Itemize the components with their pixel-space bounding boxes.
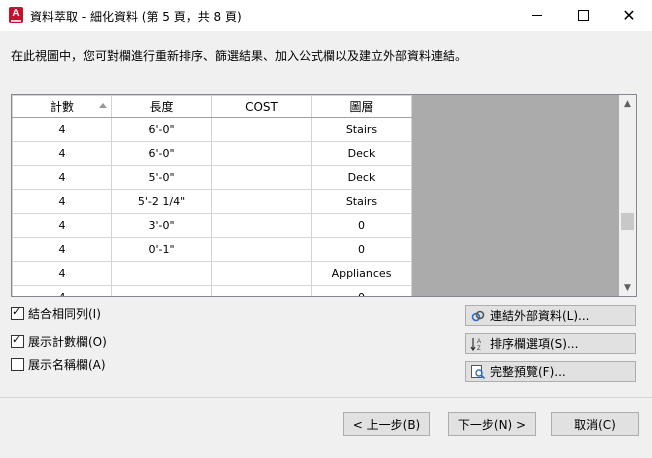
next-button[interactable]: 下一步(N) > (448, 412, 536, 436)
checkmark-icon: ✓ (12, 305, 22, 318)
sort-az-icon: AZ (470, 336, 486, 352)
cell-length[interactable]: 0'-1" (111, 237, 212, 262)
combine-rows-checkbox[interactable]: ✓ 結合相同列(I) (11, 305, 101, 322)
svg-text:A: A (477, 339, 481, 345)
cell-length[interactable]: 5'-0" (111, 165, 212, 190)
cell-length[interactable] (111, 285, 212, 296)
instruction-text: 在此視圖中，您可對欄進行重新排序、篩選結果、加入公式欄以及建立外部資料連結。 (11, 49, 468, 63)
data-grid[interactable]: 計數 長度 COST 圖層 4 6'-0" Stairs 4 6'-0" Dec… (11, 94, 637, 297)
cell-count[interactable]: 4 (12, 117, 112, 142)
full-preview-button[interactable]: 完整預覽(F)... (465, 361, 636, 382)
cell-count[interactable]: 4 (12, 285, 112, 296)
cell-count[interactable]: 4 (12, 141, 112, 166)
vertical-scrollbar[interactable]: ▲ ▼ (619, 95, 636, 296)
cell-length[interactable]: 3'-0" (111, 213, 212, 238)
cell-layer[interactable]: Deck (311, 141, 412, 166)
checkmark-icon: ✓ (12, 333, 22, 346)
table-row[interactable]: 4 0'-1" 0 (12, 237, 412, 262)
cell-length[interactable]: 6'-0" (111, 141, 212, 166)
table-row[interactable]: 4 3'-0" 0 (12, 213, 412, 238)
close-button[interactable]: ✕ (606, 0, 652, 31)
window-title: 資料萃取 - 細化資料 (第 5 頁，共 8 頁) (30, 10, 242, 24)
cell-layer[interactable]: 0 (311, 213, 412, 238)
cell-cost[interactable] (211, 261, 312, 286)
checkbox-label: 展示名稱欄(A) (28, 358, 106, 372)
autocad-app-icon: A (9, 7, 23, 23)
cell-length[interactable]: 5'-2 1/4" (111, 189, 212, 214)
column-header-cost[interactable]: COST (211, 95, 312, 118)
cell-layer[interactable]: 0 (311, 237, 412, 262)
table-row[interactable]: 4 5'-2 1/4" Stairs (12, 189, 412, 214)
cell-layer[interactable]: Deck (311, 165, 412, 190)
scroll-down-button[interactable]: ▼ (619, 279, 636, 296)
chevron-down-icon: ▼ (624, 282, 631, 293)
cell-layer[interactable]: Appliances (311, 261, 412, 286)
table-row[interactable]: 4 6'-0" Stairs (12, 117, 412, 142)
column-header-count[interactable]: 計數 (12, 95, 112, 118)
chevron-up-icon: ▲ (624, 98, 631, 109)
show-name-checkbox[interactable]: 展示名稱欄(A) (11, 356, 106, 373)
cell-length[interactable] (111, 261, 212, 286)
preview-magnifier-icon (470, 364, 486, 380)
maximize-button[interactable] (560, 0, 606, 31)
table-row[interactable]: 4 Appliances (12, 261, 412, 286)
minimize-button[interactable] (514, 0, 560, 31)
table-row[interactable]: 4 0 (12, 285, 412, 296)
cell-cost[interactable] (211, 165, 312, 190)
checkbox-box[interactable]: ✓ (11, 333, 24, 348)
cell-count[interactable]: 4 (12, 189, 112, 214)
maximize-icon (577, 10, 589, 21)
cell-layer[interactable]: 0 (311, 285, 412, 296)
cell-count[interactable]: 4 (12, 165, 112, 190)
table-row[interactable]: 4 5'-0" Deck (12, 165, 412, 190)
data-table: 計數 長度 COST 圖層 4 6'-0" Stairs 4 6'-0" Dec… (12, 95, 412, 296)
cell-layer[interactable]: Stairs (311, 189, 412, 214)
cell-cost[interactable] (211, 237, 312, 262)
cell-cost[interactable] (211, 189, 312, 214)
column-header-length[interactable]: 長度 (111, 95, 212, 118)
cell-count[interactable]: 4 (12, 237, 112, 262)
checkbox-box[interactable]: ✓ (11, 305, 24, 320)
scroll-up-button[interactable]: ▲ (619, 95, 636, 112)
show-count-checkbox[interactable]: ✓ 展示計數欄(O) (11, 333, 107, 350)
title-bar: A 資料萃取 - 細化資料 (第 5 頁，共 8 頁) ✕ (0, 0, 652, 31)
cell-count[interactable]: 4 (12, 261, 112, 286)
scroll-thumb[interactable] (621, 213, 634, 230)
cancel-button[interactable]: 取消(C) (551, 412, 639, 436)
checkbox-label: 展示計數欄(O) (28, 335, 107, 349)
sort-ascending-icon (99, 103, 107, 108)
svg-text:Z: Z (477, 346, 481, 352)
link-icon (470, 308, 486, 324)
cell-cost[interactable] (211, 213, 312, 238)
cell-count[interactable]: 4 (12, 213, 112, 238)
sort-columns-button[interactable]: AZ 排序欄選項(S)... (465, 333, 636, 354)
cell-length[interactable]: 6'-0" (111, 117, 212, 142)
cell-cost[interactable] (211, 141, 312, 166)
checkbox-box[interactable] (11, 358, 24, 371)
back-button[interactable]: < 上一步(B) (343, 412, 430, 436)
close-icon: ✕ (622, 5, 636, 25)
cell-layer[interactable]: Stairs (311, 117, 412, 142)
cell-cost[interactable] (211, 285, 312, 296)
footer-separator (0, 397, 652, 398)
checkbox-label: 結合相同列(I) (28, 307, 101, 321)
column-header-layer[interactable]: 圖層 (311, 95, 412, 118)
table-row[interactable]: 4 6'-0" Deck (12, 141, 412, 166)
minimize-icon (532, 15, 542, 16)
cell-cost[interactable] (211, 117, 312, 142)
link-external-data-button[interactable]: 連結外部資料(L)... (465, 305, 636, 326)
